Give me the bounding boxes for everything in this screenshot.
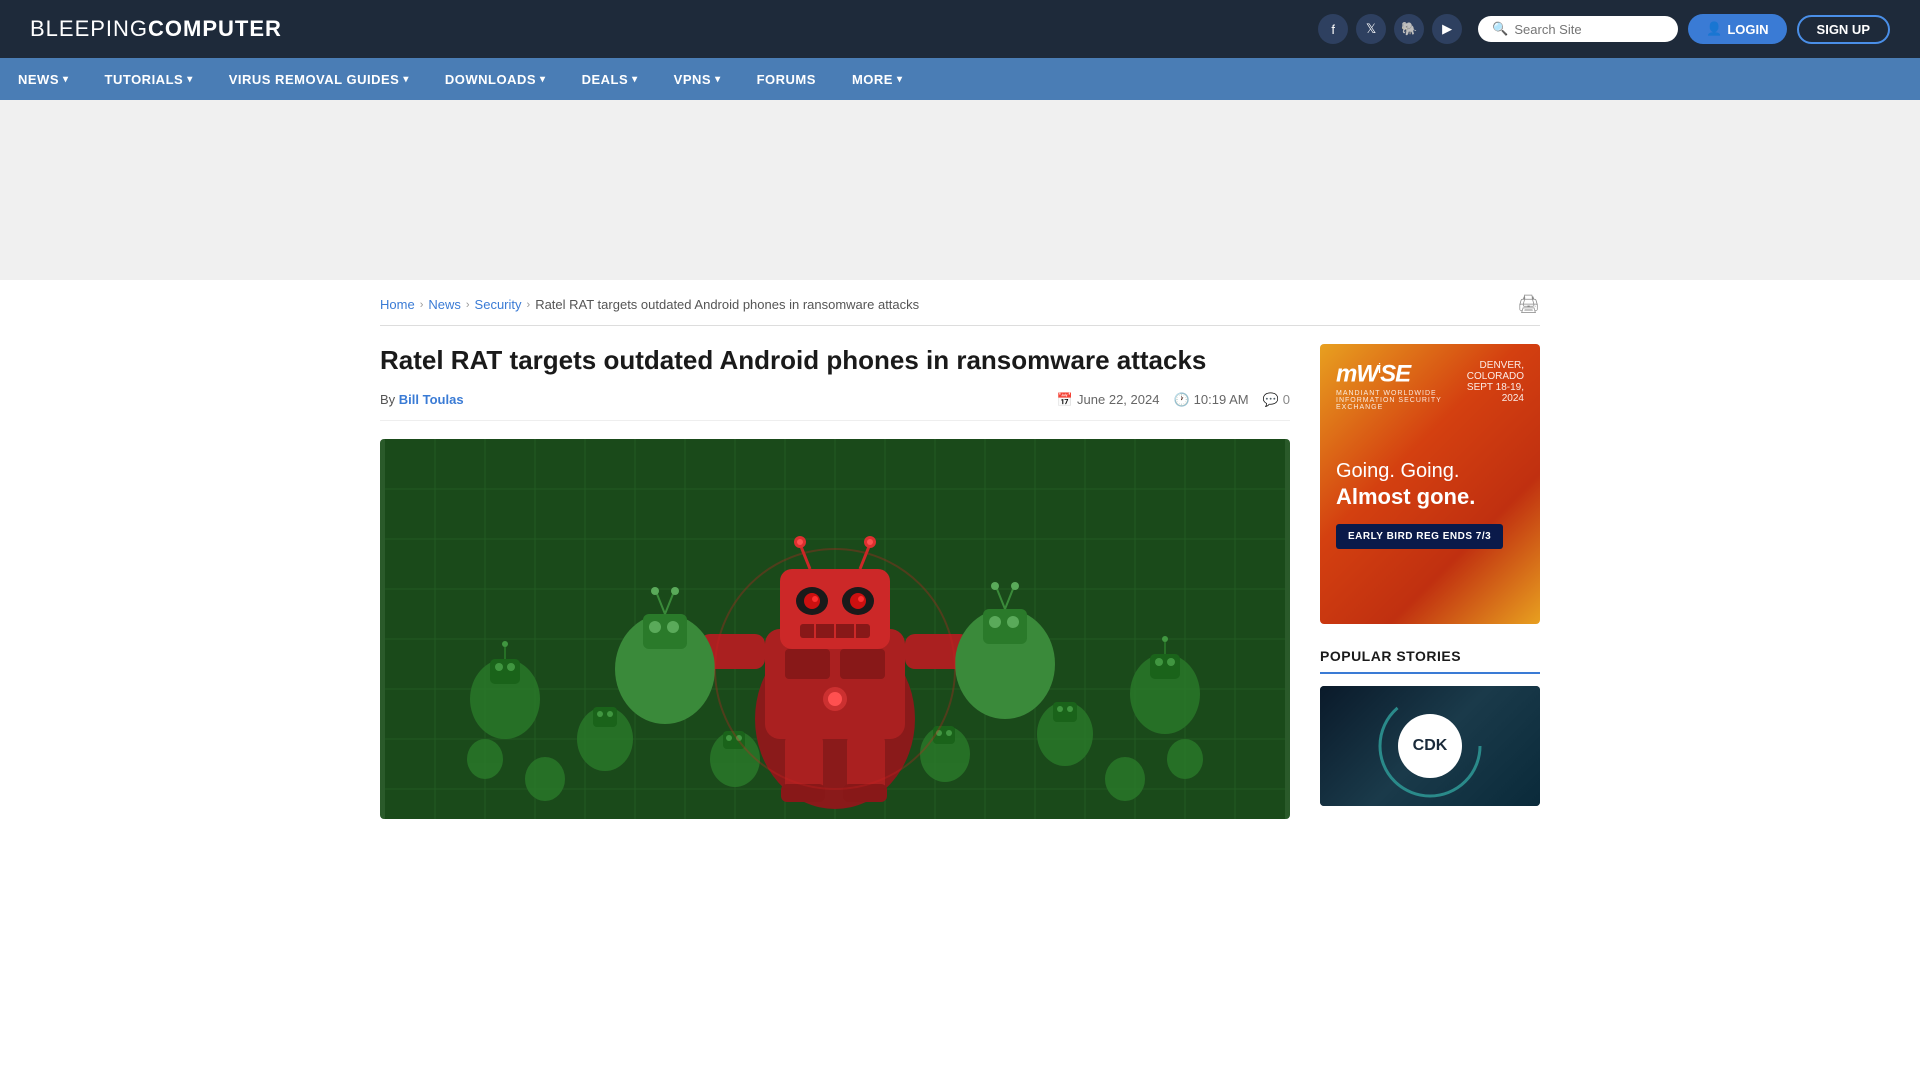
facebook-icon[interactable]: f [1318, 14, 1348, 44]
main-container: Home › News › Security › Ratel RAT targe… [360, 280, 1560, 819]
breadcrumb-separator: › [420, 299, 424, 311]
article-title: Ratel RAT targets outdated Android phone… [380, 344, 1290, 378]
article-time: 🕐 10:19 AM [1173, 392, 1248, 408]
nav-item-virus-removal[interactable]: VIRUS REMOVAL GUIDES ▾ [211, 58, 427, 100]
clock-icon: 🕐 [1173, 392, 1189, 408]
chevron-down-icon: ▾ [403, 74, 409, 85]
print-icon[interactable]: 🖨 [1517, 294, 1540, 315]
breadcrumb-separator: › [527, 299, 531, 311]
ad-date: SEPT 18-19, 2024 [1467, 382, 1524, 404]
ad-headline-line1: Going. Going. [1336, 458, 1459, 484]
search-input[interactable] [1514, 22, 1664, 37]
search-box: 🔍 [1478, 16, 1678, 42]
nav-item-tutorials[interactable]: TUTORIALS ▾ [87, 58, 211, 100]
twitter-icon[interactable]: 𝕏 [1356, 14, 1386, 44]
chevron-down-icon: ▾ [632, 74, 638, 85]
article-image [380, 439, 1290, 819]
article-author: By Bill Toulas [380, 392, 464, 407]
social-icons: f 𝕏 🐘 ▶ [1318, 14, 1462, 44]
user-icon: 👤 [1706, 21, 1722, 37]
header-right: f 𝕏 🐘 ▶ 🔍 👤 LOGIN SIGN UP [1318, 14, 1890, 44]
sidebar-ad[interactable]: mWiSE MANDIANT WORLDWIDE INFORMATION SEC… [1320, 344, 1540, 624]
breadcrumb: Home › News › Security › Ratel RAT targe… [380, 297, 919, 312]
article-sidebar: mWiSE MANDIANT WORLDWIDE INFORMATION SEC… [1320, 344, 1540, 819]
comment-icon: 💬 [1263, 392, 1279, 408]
article-date: 📅 June 22, 2024 [1057, 392, 1160, 408]
calendar-icon: 📅 [1057, 392, 1073, 408]
breadcrumb-row: Home › News › Security › Ratel RAT targe… [380, 280, 1540, 326]
breadcrumb-home[interactable]: Home [380, 297, 415, 312]
cdk-logo: CDK [1398, 714, 1462, 778]
ad-banner [0, 100, 1920, 280]
article-content: Ratel RAT targets outdated Android phone… [380, 344, 1540, 819]
mastodon-icon[interactable]: 🐘 [1394, 14, 1424, 44]
main-nav: NEWS ▾ TUTORIALS ▾ VIRUS REMOVAL GUIDES … [0, 58, 1920, 100]
breadcrumb-security[interactable]: Security [475, 297, 522, 312]
author-link[interactable]: Bill Toulas [399, 392, 464, 407]
nav-item-downloads[interactable]: DOWNLOADS ▾ [427, 58, 564, 100]
nav-item-vpns[interactable]: VPNS ▾ [656, 58, 739, 100]
signup-button[interactable]: SIGN UP [1797, 15, 1890, 44]
ad-location: DENVER, COLORADO [1467, 360, 1524, 382]
chevron-down-icon: ▾ [540, 74, 546, 85]
breadcrumb-news[interactable]: News [428, 297, 461, 312]
ad-cta-button[interactable]: EARLY BIRD REG ENDS 7/3 [1336, 524, 1503, 549]
site-logo[interactable]: BLEEPINGCOMPUTER [30, 16, 282, 42]
popular-story-thumbnail[interactable]: CDK [1320, 686, 1540, 806]
youtube-icon[interactable]: ▶ [1432, 14, 1462, 44]
nav-item-deals[interactable]: DEALS ▾ [564, 58, 656, 100]
chevron-down-icon: ▾ [897, 74, 903, 85]
chevron-down-icon: ▾ [187, 74, 193, 85]
search-icon: 🔍 [1492, 21, 1508, 37]
article-main: Ratel RAT targets outdated Android phone… [380, 344, 1290, 819]
chevron-down-icon: ▾ [715, 74, 721, 85]
article-meta: By Bill Toulas 📅 June 22, 2024 🕐 10:19 A… [380, 392, 1290, 421]
ad-sub-text: MANDIANT WORLDWIDE INFORMATION SECURITY … [1336, 390, 1467, 411]
ad-headline-line2: Almost gone. [1336, 484, 1475, 510]
site-header: BLEEPINGCOMPUTER f 𝕏 🐘 ▶ 🔍 👤 LOGIN SIGN … [0, 0, 1920, 58]
comments-badge[interactable]: 💬 0 [1263, 392, 1290, 408]
article-meta-right: 📅 June 22, 2024 🕐 10:19 AM 💬 0 [1057, 392, 1290, 408]
breadcrumb-separator: › [466, 299, 470, 311]
nav-item-news[interactable]: NEWS ▾ [0, 58, 87, 100]
breadcrumb-current: Ratel RAT targets outdated Android phone… [535, 297, 919, 312]
popular-stories-title: POPULAR STORIES [1320, 648, 1540, 674]
nav-item-more[interactable]: MORE ▾ [834, 58, 921, 100]
ad-logo: mWiSE [1336, 360, 1467, 388]
nav-item-forums[interactable]: FORUMS [739, 58, 834, 100]
login-button[interactable]: 👤 LOGIN [1688, 14, 1786, 44]
chevron-down-icon: ▾ [63, 74, 69, 85]
